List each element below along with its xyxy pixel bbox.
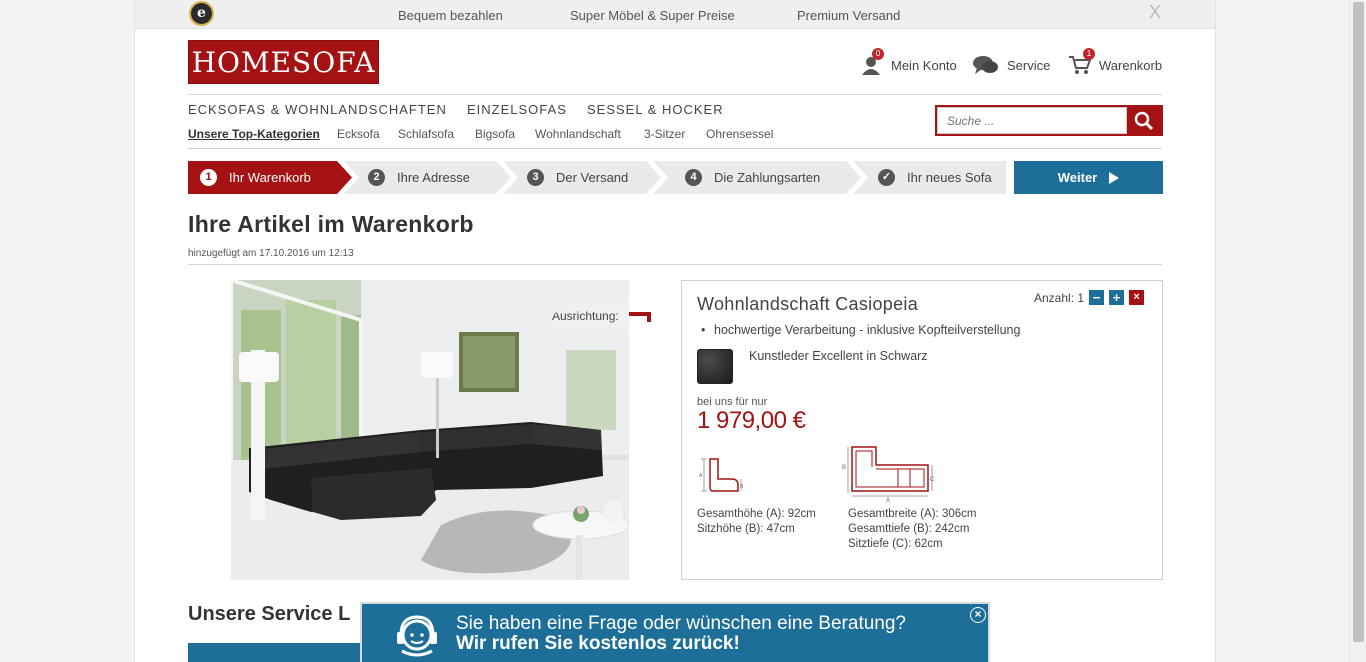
play-arrow-icon	[1109, 171, 1120, 184]
nav-top-categories[interactable]: Unsere Top-Kategorien	[188, 127, 320, 141]
dimensions-top: Gesamtbreite (A): 306cm Gesamttiefe (B):…	[848, 507, 976, 552]
dimension-width: Gesamtbreite (A): 306cm	[848, 508, 977, 520]
checkout-steps: 1 Ihr Warenkorb 2 Ihre Adresse 3 Der Ver…	[188, 161, 1006, 194]
product-card: Wohnlandschaft Casiopeia Anzahl: 1 − + ×…	[681, 280, 1163, 580]
usp-prices: Super Möbel & Super Preise	[570, 8, 735, 23]
cart-icon: 1	[1069, 48, 1095, 75]
search-input[interactable]	[937, 107, 1127, 134]
headset-icon	[397, 615, 437, 657]
checkmark-icon: ✓	[878, 169, 895, 186]
cart-label: Warenkorb	[1099, 57, 1163, 73]
nav-sub-3-sitzer[interactable]: 3-Sitzer	[644, 127, 685, 141]
user-icon: 0	[861, 48, 884, 75]
account-badge: 0	[872, 48, 884, 60]
account-link[interactable]: 0 Mein Konto	[861, 48, 957, 75]
nav-divider	[188, 148, 1162, 149]
callback-chat-banner[interactable]: Sie haben eine Frage oder wünschen eine …	[360, 602, 990, 662]
step-zahlungsarten[interactable]: 4 Die Zahlungsarten	[653, 161, 861, 194]
nav-sub-ecksofa[interactable]: Ecksofa	[337, 127, 380, 141]
service-link[interactable]: Service	[973, 55, 1050, 75]
service-heading: Unsere Service L	[188, 603, 351, 625]
scrollbar[interactable]	[1349, 0, 1366, 662]
homesofa-logo[interactable]: HOMESOFA	[188, 40, 379, 84]
usp-payment: Bequem bezahlen	[398, 8, 503, 23]
product-name[interactable]: Wohnlandschaft Casiopeia	[697, 294, 918, 315]
quantity-increase-button[interactable]: +	[1109, 290, 1125, 305]
weiter-label: Weiter	[1057, 170, 1098, 185]
nav-sub-bigsofa[interactable]: Bigsofa	[475, 127, 515, 141]
step-adresse[interactable]: 2 Ihre Adresse	[344, 161, 511, 194]
chat-bubbles-icon	[973, 55, 999, 75]
step-label: Der Versand	[556, 170, 629, 185]
material-swatch[interactable]	[697, 349, 733, 384]
step-number: 2	[368, 169, 385, 186]
nav-sessel-hocker[interactable]: SESSEL & HOCKER	[587, 102, 724, 117]
nav-ecksofas[interactable]: ECKSOFAS & WOHNLANDSCHAFTEN	[188, 102, 447, 117]
nav-sub-ohrensessel[interactable]: Ohrensessel	[706, 127, 773, 141]
step-number: 3	[527, 169, 544, 186]
dimension-seat-depth: Sitztiefe (C): 62cm	[848, 538, 943, 550]
nav-sub-wohnlandschaft[interactable]: Wohnlandschaft	[535, 127, 621, 141]
scrollbar-thumb[interactable]	[1353, 2, 1364, 642]
dimensions-side: Gesamthöhe (A): 92cm Sitzhöhe (B): 47cm	[697, 507, 816, 537]
cart-badge: 1	[1083, 48, 1095, 60]
svg-text:B: B	[842, 465, 846, 471]
svg-text:B: B	[740, 484, 744, 490]
header-divider	[188, 94, 1162, 95]
account-label: Mein Konto	[891, 57, 957, 73]
callback-offer: Wir rufen Sie kostenlos zurück!	[456, 633, 740, 654]
svg-text:C: C	[930, 477, 935, 483]
step-number: 1	[200, 169, 217, 186]
dimension-height: Gesamthöhe (A): 92cm	[697, 508, 816, 520]
product-feature: hochwertige Verarbeitung - inklusive Kop…	[701, 323, 1020, 337]
callback-question: Sie haben eine Frage oder wünschen eine …	[456, 613, 906, 634]
service-banner[interactable]	[188, 643, 363, 662]
service-label: Service	[1007, 57, 1051, 73]
orientation-corner-icon[interactable]	[629, 312, 651, 322]
product-price: 1 979,00 €	[697, 407, 806, 434]
top-dimension-diagram-icon: B C A	[842, 446, 935, 503]
dimension-depth: Gesamttiefe (B): 242cm	[848, 523, 970, 535]
trusted-shops-icon[interactable]: e	[189, 1, 214, 26]
side-dimension-diagram-icon: A B	[699, 458, 744, 492]
svg-text:A: A	[699, 473, 703, 479]
topbar-close-button[interactable]: X	[1149, 2, 1161, 23]
step-warenkorb[interactable]: 1 Ihr Warenkorb	[188, 161, 352, 194]
quantity-decrease-button[interactable]: −	[1089, 290, 1105, 305]
usp-shipping: Premium Versand	[797, 8, 901, 23]
cart-link[interactable]: 1 Warenkorb	[1069, 48, 1163, 75]
title-divider	[188, 264, 1162, 265]
nav-sub-schlafsofa[interactable]: Schlafsofa	[398, 127, 454, 141]
step-versand[interactable]: 3 Der Versand	[503, 161, 661, 194]
search-button[interactable]	[1127, 107, 1161, 134]
step-label: Ihr Warenkorb	[229, 170, 311, 185]
search-box	[935, 105, 1163, 136]
step-label: Die Zahlungsarten	[714, 170, 821, 185]
search-icon	[1134, 111, 1154, 130]
page-container: e Bequem bezahlen Super Möbel & Super Pr…	[134, 0, 1216, 662]
added-timestamp: hinzugefügt am 17.10.2016 um 12:13	[188, 248, 354, 259]
step-neues-sofa[interactable]: ✓ Ihr neues Sofa	[853, 161, 1006, 194]
quantity-label: Anzahl: 1	[1034, 290, 1085, 305]
weiter-button[interactable]: Weiter	[1014, 161, 1163, 194]
remove-item-button[interactable]: ×	[1129, 290, 1145, 305]
page-title: Ihre Artikel im Warenkorb	[188, 211, 474, 237]
step-label: Ihr neues Sofa	[907, 170, 992, 185]
top-bar: e Bequem bezahlen Super Möbel & Super Pr…	[135, 0, 1215, 29]
close-icon[interactable]: ×	[970, 607, 986, 623]
material-name: Kunstleder Excellent in Schwarz	[749, 349, 928, 363]
step-label: Ihre Adresse	[397, 170, 470, 185]
quantity-control: Anzahl: 1 − + ×	[1034, 290, 1145, 305]
step-number: 4	[685, 169, 702, 186]
nav-einzelsofas[interactable]: EINZELSOFAS	[467, 102, 567, 117]
svg-text:A: A	[886, 498, 890, 503]
dimension-seat-height: Sitzhöhe (B): 47cm	[697, 523, 795, 535]
